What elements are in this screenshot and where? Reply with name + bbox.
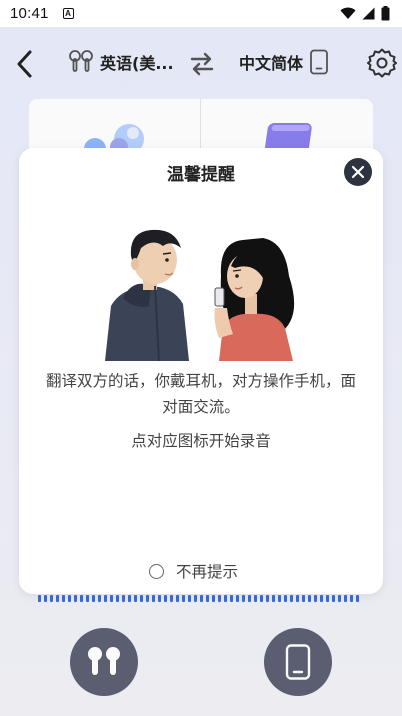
close-button[interactable]	[344, 158, 372, 186]
close-icon	[351, 165, 365, 179]
dialog-title: 温馨提醒	[167, 165, 235, 185]
wifi-icon	[340, 7, 356, 19]
notification-a-icon: A	[62, 8, 74, 19]
battery-icon	[381, 6, 390, 21]
dont-remind-option[interactable]: 不再提示	[149, 560, 238, 582]
dont-remind-label: 不再提示	[176, 563, 239, 581]
status-time: 10:41	[10, 5, 49, 22]
reminder-dialog: 温馨提醒 翻译双方的话，你戴耳机，对方操作手机，面对面交流。 点对应图标开始录音…	[19, 148, 383, 594]
dialog-hint: 点对应图标开始录音	[131, 432, 271, 450]
status-bar: 10:41 A	[0, 0, 402, 27]
signal-icon	[362, 7, 375, 20]
status-icons	[340, 6, 390, 21]
dont-remind-checkbox[interactable]	[149, 563, 164, 579]
dialog-description: 翻译双方的话，你戴耳机，对方操作手机，面对面交流。	[45, 372, 356, 416]
face-to-face-illustration	[105, 229, 295, 361]
